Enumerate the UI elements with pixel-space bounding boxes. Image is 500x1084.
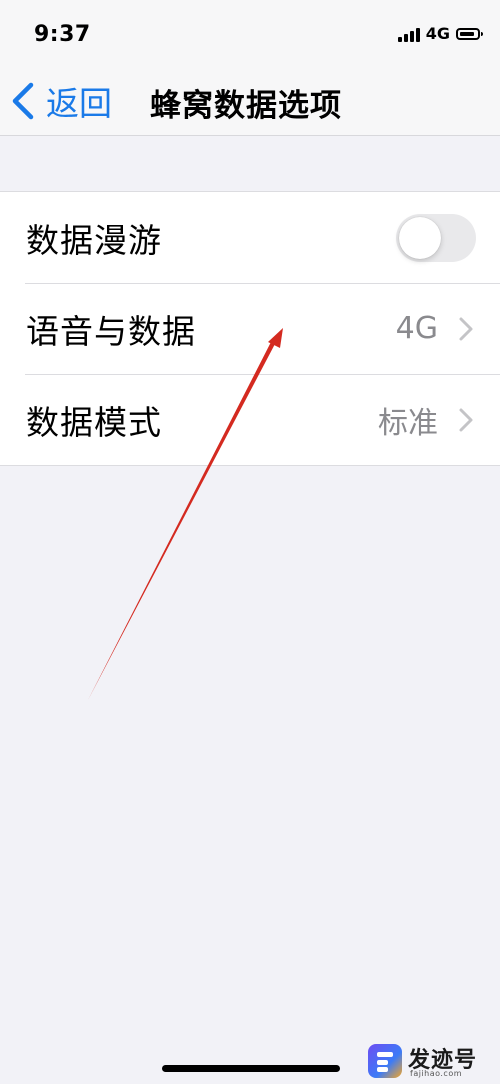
data-roaming-toggle[interactable] xyxy=(396,213,476,262)
watermark-logo-icon xyxy=(368,1044,402,1078)
status-indicators: 4G xyxy=(397,24,483,43)
status-time: 9:37 xyxy=(34,22,91,47)
settings-list: 数据漫游 语音与数据 4G 数据模式 标准 xyxy=(0,191,500,466)
setting-row-data-mode[interactable]: 数据模式 标准 xyxy=(0,374,500,465)
signal-icon xyxy=(397,26,420,42)
back-label: 返回 xyxy=(46,84,112,123)
chevron-right-icon xyxy=(459,408,473,431)
setting-row-voice-data[interactable]: 语音与数据 4G xyxy=(0,283,500,374)
navigation-bar: 返回 蜂窝数据选项 xyxy=(0,70,500,136)
status-bar: 9:37 4G xyxy=(0,0,500,70)
data-mode-value: 标准 xyxy=(378,405,438,441)
back-button[interactable]: 返回 xyxy=(10,78,112,124)
toggle-knob xyxy=(399,216,441,259)
watermark-url: fajihao.com xyxy=(410,1069,463,1078)
data-mode-label: 数据模式 xyxy=(26,402,162,442)
voice-data-label: 语音与数据 xyxy=(26,311,196,351)
data-roaming-label: 数据漫游 xyxy=(26,220,162,260)
watermark: 发迹号 fajihao.com xyxy=(364,1040,494,1082)
chevron-right-icon xyxy=(459,317,473,340)
page-title: 蜂窝数据选项 xyxy=(150,88,342,124)
home-indicator[interactable] xyxy=(162,1065,340,1072)
annotation-arrow xyxy=(88,328,283,700)
battery-icon xyxy=(456,27,483,40)
voice-data-value: 4G xyxy=(395,311,438,346)
network-type-label: 4G xyxy=(425,24,450,43)
setting-row-data-roaming: 数据漫游 xyxy=(0,192,500,283)
chevron-left-icon xyxy=(12,82,34,120)
